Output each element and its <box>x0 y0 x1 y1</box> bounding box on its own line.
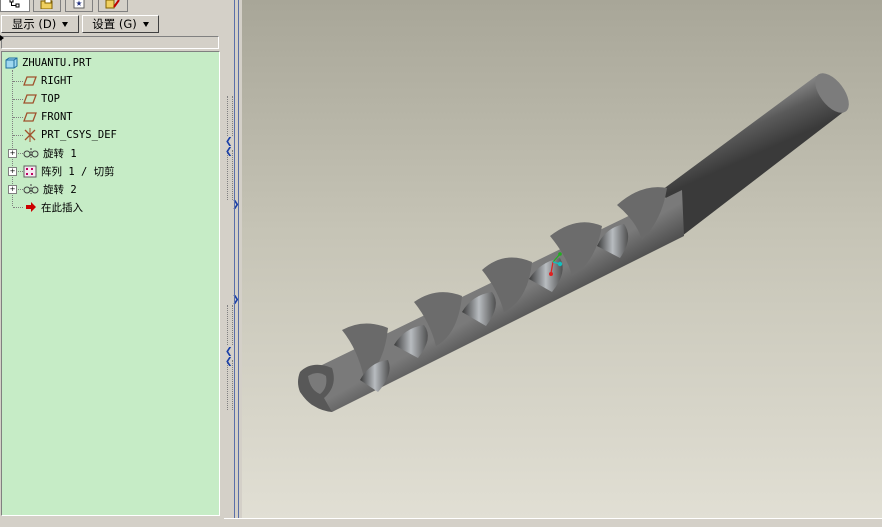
pattern-feature-icon <box>23 165 37 177</box>
navigator-tabs <box>0 0 224 12</box>
tree-root[interactable]: ZHUANTU.PRT <box>5 55 92 71</box>
favorites-tab[interactable] <box>65 0 93 12</box>
sash-line <box>234 0 235 518</box>
tree-item-label: 旋转 2 <box>43 183 77 196</box>
tree-pointer-icon <box>0 35 4 41</box>
expand-icon[interactable]: + <box>8 185 17 194</box>
connection-icon <box>105 0 120 8</box>
drill-shank <box>662 76 847 236</box>
insert-here-arrow-icon <box>26 202 36 212</box>
tree-item-pattern-1[interactable]: 阵列 1 / 切剪 <box>23 163 115 179</box>
tree-item-label: 阵列 1 / 切剪 <box>41 165 115 178</box>
tree-item-front[interactable]: FRONT <box>23 109 73 125</box>
drill-model <box>298 73 849 412</box>
settings-menu-button[interactable]: 设置 (G) <box>82 15 159 33</box>
tree-item-revolve-2[interactable]: 旋转 2 <box>23 181 77 197</box>
dropdown-arrow-icon <box>62 21 69 27</box>
model-tree-tab[interactable] <box>0 0 30 12</box>
tree-item-label: 在此插入 <box>41 201 83 214</box>
expand-icon[interactable]: + <box>8 149 17 158</box>
navigator-panel: 显示 (D) 设置 (G) ZHUANTU.PRT RIGHT TOP FRON… <box>0 0 224 526</box>
tree-connector <box>13 99 23 100</box>
sash-line <box>238 0 239 518</box>
settings-menu-label: 设置 (G) <box>92 17 137 31</box>
model-tree: ZHUANTU.PRT RIGHT TOP FRONT PRT_CSYS_DEF… <box>1 51 220 516</box>
connections-tab[interactable] <box>98 0 128 12</box>
revolve-feature-icon <box>23 184 39 194</box>
panel-splitter[interactable]: ❮ ❮ ❯ ❯ ❮ ❮ <box>224 0 242 526</box>
tree-connector <box>13 117 23 118</box>
tree-item-revolve-1[interactable]: 旋转 1 <box>23 145 77 161</box>
tree-item-label: FRONT <box>41 111 73 123</box>
tree-header-bar[interactable] <box>1 36 219 49</box>
graphics-window[interactable] <box>242 0 882 518</box>
collapse-left-icon[interactable]: ❮ <box>225 137 233 147</box>
tree-icon <box>9 0 20 7</box>
tree-item-top[interactable]: TOP <box>23 91 60 107</box>
show-menu-label: 显示 (D) <box>11 17 57 31</box>
show-menu-button[interactable]: 显示 (D) <box>1 15 79 33</box>
folder-icon <box>40 0 53 9</box>
splitter-grip <box>227 96 233 136</box>
tree-item-label: PRT_CSYS_DEF <box>41 129 117 141</box>
splitter-grip <box>227 305 233 345</box>
datum-plane-icon <box>23 94 37 104</box>
splitter-grip <box>227 360 233 410</box>
tree-connector <box>13 81 23 82</box>
tree-item-right[interactable]: RIGHT <box>23 73 73 89</box>
collapse-left-icon[interactable]: ❮ <box>225 347 233 357</box>
coordinate-system-icon <box>24 128 36 142</box>
tree-connector <box>13 207 23 208</box>
splitter-grip <box>227 150 233 200</box>
expand-icon[interactable]: + <box>8 167 17 176</box>
tree-root-label: ZHUANTU.PRT <box>22 57 92 69</box>
folder-browser-tab[interactable] <box>33 0 61 12</box>
tree-connector <box>13 135 23 136</box>
tree-toolbar: 显示 (D) 设置 (G) <box>0 15 224 35</box>
datum-plane-icon <box>23 76 37 86</box>
revolve-feature-icon <box>23 148 39 158</box>
tree-item-label: TOP <box>41 93 60 105</box>
part-icon <box>5 57 18 69</box>
tree-item-csys[interactable]: PRT_CSYS_DEF <box>23 127 117 143</box>
star-icon <box>73 0 85 8</box>
datum-plane-icon <box>23 112 37 122</box>
dropdown-arrow-icon <box>142 21 149 27</box>
tree-item-insert-here[interactable]: 在此插入 <box>25 199 83 215</box>
tree-item-label: 旋转 1 <box>43 147 77 160</box>
collapse-left-icon[interactable]: ❮ <box>225 147 233 157</box>
tree-item-label: RIGHT <box>41 75 73 87</box>
collapse-left-icon[interactable]: ❮ <box>225 357 233 367</box>
